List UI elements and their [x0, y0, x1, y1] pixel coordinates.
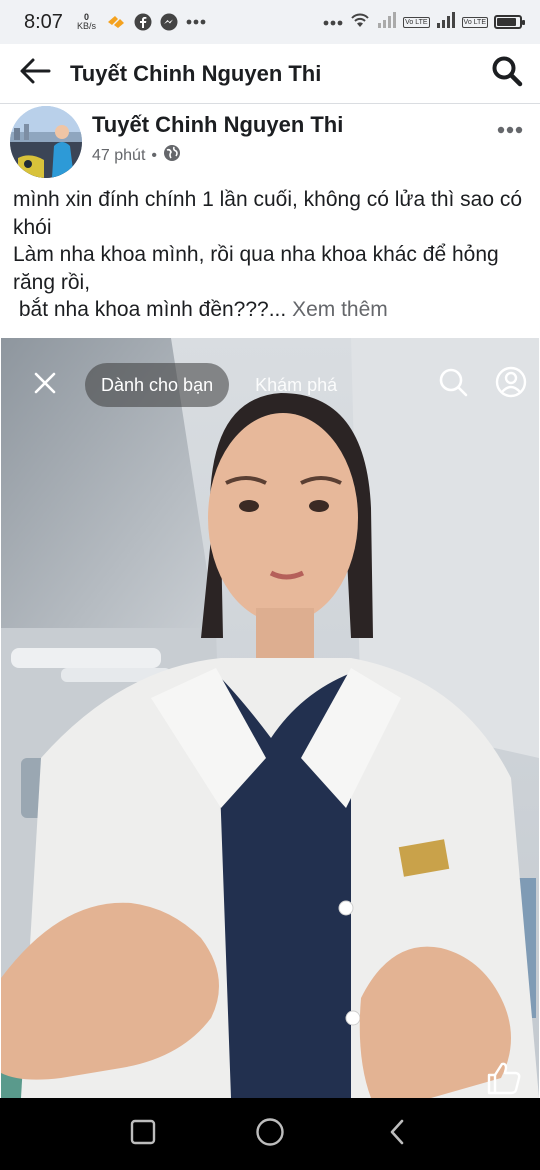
- app-header: Tuyết Chinh Nguyen Thi: [0, 44, 540, 104]
- wifi-icon: [349, 11, 371, 34]
- battery-fill: [497, 18, 516, 26]
- author-block: Tuyết Chinh Nguyen Thi 47 phút •: [92, 112, 490, 167]
- messenger-icon: [160, 13, 178, 31]
- arrow-left-icon: [19, 57, 51, 90]
- post-meta: 47 phút •: [92, 144, 490, 167]
- video-close-button[interactable]: [23, 363, 67, 407]
- like-button[interactable]: [484, 1060, 524, 1098]
- more-dots-icon: [323, 13, 343, 31]
- search-icon: [491, 55, 523, 92]
- chevron-left-icon: [386, 1118, 408, 1151]
- avatar[interactable]: [10, 106, 82, 178]
- search-button[interactable]: [474, 44, 540, 104]
- profile-icon: [495, 366, 527, 403]
- back-button[interactable]: [0, 44, 70, 104]
- post-text-line: bắt nha khoa mình đền???... Xem thêm: [13, 296, 533, 324]
- signal-icon: [436, 11, 456, 34]
- system-nav-bar: [0, 1098, 540, 1170]
- post-more-button[interactable]: [490, 110, 530, 150]
- search-icon: [438, 367, 468, 402]
- circle-icon: [255, 1117, 285, 1152]
- recents-button[interactable]: [115, 1106, 171, 1162]
- video-profile-button[interactable]: [489, 362, 533, 406]
- post-text-line: mình xin đính chính 1 lần cuối, không có…: [13, 188, 528, 239]
- globe-icon: [163, 144, 181, 167]
- status-time: 8:07: [24, 10, 63, 33]
- see-more-link[interactable]: Xem thêm: [292, 298, 388, 321]
- post-text-line: Làm nha khoa mình, rồi qua nha khoa khác…: [13, 243, 505, 294]
- post-time[interactable]: 47 phút: [92, 147, 145, 165]
- post-header: Tuyết Chinh Nguyen Thi 47 phút •: [0, 104, 540, 178]
- battery-icon: [494, 15, 525, 29]
- page-title: Tuyết Chinh Nguyen Thi: [70, 60, 322, 86]
- more-dots-icon: [186, 19, 206, 25]
- system-back-button[interactable]: [369, 1106, 425, 1162]
- video-frame: [1, 338, 539, 1098]
- thumbs-up-icon: [486, 1060, 522, 1099]
- facebook-icon: [134, 13, 152, 31]
- net-speed-unit: KB/s: [76, 21, 96, 31]
- post-text: mình xin đính chính 1 lần cuối, không có…: [13, 186, 533, 324]
- lte-badge: Vo LTE: [403, 16, 430, 28]
- home-button[interactable]: [242, 1106, 298, 1162]
- tab-for-you[interactable]: Dành cho bạn: [85, 363, 230, 407]
- video-player[interactable]: Dành cho bạn Khám phá: [1, 338, 539, 1098]
- video-top-bar: Dành cho bạn Khám phá: [1, 362, 539, 408]
- tab-explore[interactable]: Khám phá: [255, 375, 337, 396]
- square-icon: [130, 1119, 156, 1150]
- post-text-line-end: bắt nha khoa mình đền???...: [13, 298, 287, 321]
- status-bar: 8:07 0 KB/s Vo LTE Vo LTE: [0, 0, 540, 44]
- status-right: Vo LTE Vo LTE: [323, 11, 525, 34]
- lte-badge: Vo LTE: [461, 16, 488, 28]
- more-dots-icon: [497, 121, 523, 139]
- avatar-photo: [10, 106, 82, 178]
- signal-icon: [377, 11, 397, 34]
- video-search-button[interactable]: [431, 362, 475, 406]
- mail-heart-icon: [106, 14, 126, 30]
- close-icon: [33, 371, 57, 400]
- meta-separator: •: [151, 146, 157, 164]
- net-speed: 0 KB/s: [77, 13, 96, 31]
- author-name[interactable]: Tuyết Chinh Nguyen Thi: [92, 112, 490, 138]
